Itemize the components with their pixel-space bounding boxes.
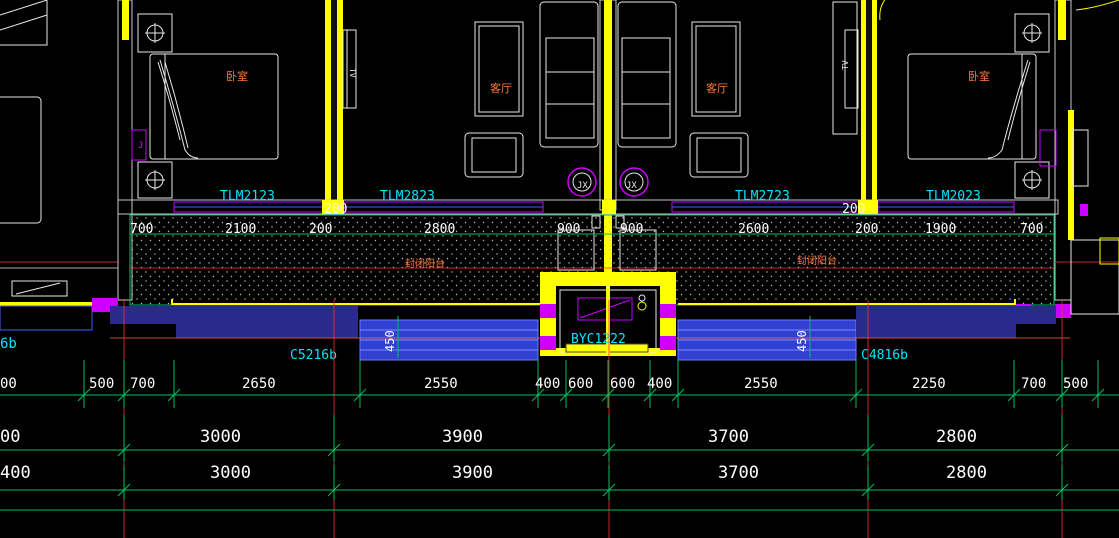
left-bedroom: J 卧室 bbox=[131, 13, 279, 199]
top-dim-1900: 1900 bbox=[925, 222, 956, 237]
svg-text:JX: JX bbox=[626, 181, 637, 191]
row2-dim-3900: 3900 bbox=[442, 427, 483, 447]
row2-dim-3000: 3000 bbox=[200, 427, 241, 447]
window-tag-c-left: C5216b bbox=[290, 348, 337, 363]
room-label-bedroom-left: 卧室 bbox=[226, 69, 248, 83]
row1-dim-500-right: 500 bbox=[1063, 376, 1088, 392]
top-dim-200-a: 200 bbox=[309, 222, 332, 237]
left-edge-window-tag: 6b bbox=[0, 336, 17, 352]
row1-dim-500-left: 500 bbox=[89, 376, 114, 392]
room-label-bedroom-right: 卧室 bbox=[968, 69, 990, 83]
top-dim-2100: 2100 bbox=[225, 222, 256, 237]
dim-450-right: 450 bbox=[795, 330, 809, 352]
row3-dim-3900: 3900 bbox=[452, 463, 493, 483]
row1-dim-600-right: 600 bbox=[610, 376, 635, 392]
row1-dim-400-right: 400 bbox=[647, 376, 672, 392]
row1-dim-600-left: 600 bbox=[568, 376, 593, 392]
top-dim-900-right: 900 bbox=[620, 222, 643, 237]
row2-dim-00: 00 bbox=[0, 427, 20, 447]
svg-text:JX: JX bbox=[577, 181, 588, 191]
svg-text:J: J bbox=[138, 141, 143, 151]
window-tag-tlm1: TLM2123 bbox=[220, 189, 275, 204]
window-tag-tlm3: TLM2723 bbox=[735, 189, 790, 204]
row3-dim-400: 400 bbox=[0, 463, 31, 483]
row3-dim-2800: 2800 bbox=[946, 463, 987, 483]
top-dim-900-left: 900 bbox=[557, 222, 580, 237]
cad-floor-plan-canvas[interactable]: 6b J 卧室 TV 客厅 JX JX 客厅 TV 卧室 TLM2123 TLM… bbox=[0, 0, 1119, 538]
dim-450-left: 450 bbox=[383, 330, 397, 352]
left-living-room: TV 客厅 JX bbox=[342, 1, 599, 197]
room-label-living-right: 客厅 bbox=[706, 81, 728, 95]
top-dim-2800: 2800 bbox=[424, 222, 455, 237]
row1-dim-2550-right: 2550 bbox=[744, 376, 778, 392]
tv-label-right: TV bbox=[841, 60, 850, 70]
right-living-room: JX 客厅 TV bbox=[617, 1, 859, 197]
row1-dim-700-right: 700 bbox=[1021, 376, 1046, 392]
dimension-row-1: 00 500 700 2650 2550 400 600 600 400 255… bbox=[0, 360, 1119, 408]
row1-dim-400-left: 400 bbox=[535, 376, 560, 392]
floor-plan-svg: 6b J 卧室 TV 客厅 JX JX 客厅 TV 卧室 TLM2123 TLM… bbox=[0, 0, 1119, 538]
balcony-label-right: 封闭阳台 bbox=[797, 254, 837, 267]
row1-dim-700-left: 700 bbox=[130, 376, 155, 392]
top-dim-200-d: 200 bbox=[324, 202, 347, 217]
top-dim-700-right: 700 bbox=[1020, 222, 1043, 237]
window-tag-tlm4: TLM2023 bbox=[926, 189, 981, 204]
window-tag-tlm2: TLM2823 bbox=[380, 189, 435, 204]
right-bedroom: 卧室 bbox=[879, 0, 1119, 199]
row1-dim-2550-left: 2550 bbox=[424, 376, 458, 392]
row1-dim-00: 00 bbox=[0, 376, 17, 392]
row3-dim-3700: 3700 bbox=[718, 463, 759, 483]
room-label-living-left: 客厅 bbox=[490, 81, 512, 95]
top-dim-200-b: 200 bbox=[855, 222, 878, 237]
top-dim-200-c: 200 bbox=[842, 202, 865, 217]
dimension-row-3: 400 3000 3900 3700 2800 bbox=[0, 463, 1119, 511]
row2-dim-2800: 2800 bbox=[936, 427, 977, 447]
balcony-label-left: 封闭阳台 bbox=[405, 257, 445, 270]
dimension-row-2: 00 3000 3900 3700 2800 bbox=[0, 415, 1119, 462]
tv-label-left: TV bbox=[348, 68, 357, 78]
row1-dim-2650: 2650 bbox=[242, 376, 276, 392]
row2-dim-3700: 3700 bbox=[708, 427, 749, 447]
row1-dim-2250: 2250 bbox=[912, 376, 946, 392]
top-dim-2600: 2600 bbox=[738, 222, 769, 237]
top-dim-700-left: 700 bbox=[130, 222, 153, 237]
row3-dim-3000: 3000 bbox=[210, 463, 251, 483]
byc-tag: BYC1222 bbox=[571, 332, 626, 347]
window-strip bbox=[173, 200, 1015, 214]
